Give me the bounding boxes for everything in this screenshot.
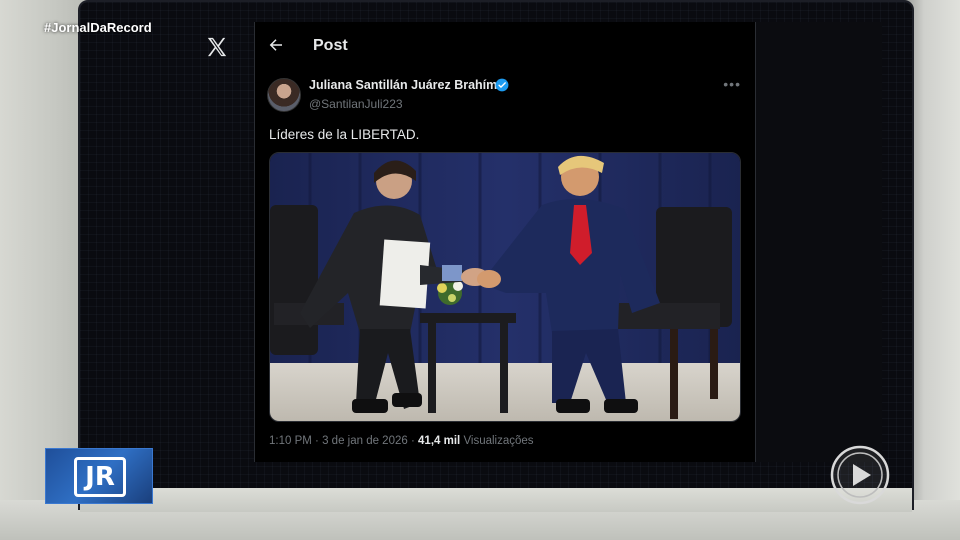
post-text: Líderes de la LIBERTAD. (269, 127, 420, 142)
post-detail-panel: Post Juliana Santillán Juárez Brahím @Sa… (254, 22, 756, 462)
avatar[interactable] (267, 78, 301, 112)
verified-badge-icon (495, 78, 509, 92)
more-options-icon[interactable]: ••• (723, 76, 741, 92)
post-time[interactable]: 1:10 PM (269, 435, 312, 447)
post-header: Post (255, 22, 755, 70)
sidebar-empty (756, 22, 882, 462)
program-logo-text: JR (74, 457, 126, 497)
post-photo[interactable] (269, 152, 741, 422)
x-logo-icon[interactable] (206, 36, 228, 63)
post-date[interactable]: 3 de jan de 2026 (322, 435, 408, 447)
author-name[interactable]: Juliana Santillán Juárez Brahím (309, 78, 497, 92)
post-meta: 1:10 PM · 3 de jan de 2026 · 41,4 mil Vi… (269, 435, 534, 447)
program-logo: JR (45, 448, 153, 504)
meta-separator: · (410, 435, 415, 447)
views-label: Visualizações (463, 435, 534, 447)
monitor-screen: Post Juliana Santillán Juárez Brahím @Sa… (78, 0, 914, 510)
meta-separator: · (315, 435, 319, 447)
page-title: Post (313, 37, 348, 54)
record-network-logo-icon (829, 444, 891, 506)
arrow-left-icon[interactable] (267, 36, 287, 56)
program-hashtag: #JornalDaRecord (44, 20, 152, 35)
author-handle[interactable]: @SantilanJuli223 (309, 97, 403, 111)
handshake-photo (270, 153, 740, 421)
monitor-bezel (80, 488, 912, 512)
views-count: 41,4 mil (418, 435, 461, 447)
